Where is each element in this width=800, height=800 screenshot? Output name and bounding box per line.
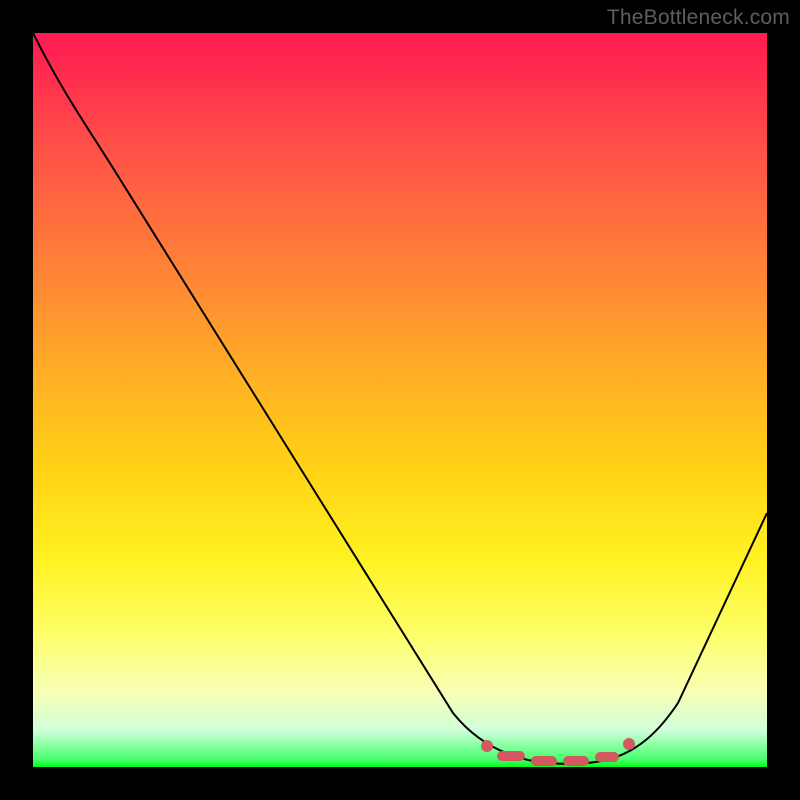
plot-area xyxy=(33,33,767,767)
marker-dash xyxy=(497,751,525,761)
watermark-text: TheBottleneck.com xyxy=(607,6,790,30)
marker-dash xyxy=(531,756,557,766)
marker-dot xyxy=(481,740,493,752)
chart-frame: TheBottleneck.com xyxy=(0,0,800,800)
marker-dash xyxy=(595,752,619,762)
optimal-range-markers xyxy=(33,33,767,767)
marker-dash xyxy=(563,756,589,766)
marker-dot xyxy=(623,738,635,750)
